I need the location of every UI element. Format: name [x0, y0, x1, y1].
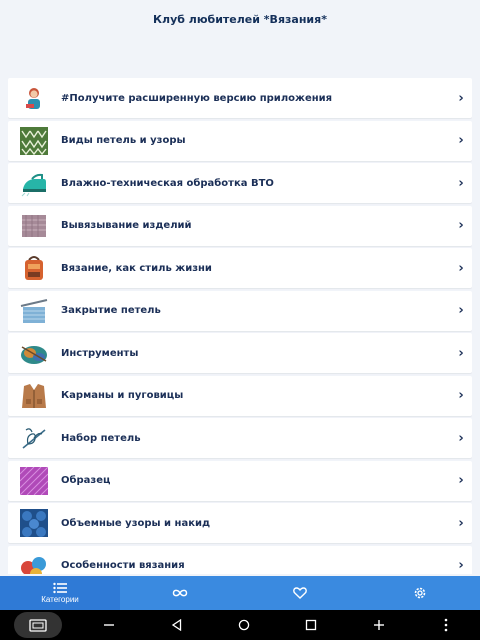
category-item-features[interactable]: Особенности вязания › — [8, 545, 472, 574]
category-list[interactable]: #Получите расширенную версию приложения … — [8, 78, 472, 574]
category-label: Вывязывание изделий — [61, 220, 192, 231]
minus-icon — [104, 624, 115, 626]
category-item-pockets[interactable]: Карманы и пуговицы › — [8, 375, 472, 416]
category-label: Образец — [61, 475, 111, 486]
recents-button[interactable] — [291, 612, 331, 638]
category-label: Объемные узоры и накид — [61, 517, 211, 529]
textured-pattern-icon — [20, 509, 48, 537]
screenshot-button[interactable] — [13, 612, 62, 638]
more-vertical-icon — [444, 618, 448, 632]
chevron-right-icon: › — [458, 515, 464, 531]
chevron-right-icon: › — [458, 90, 464, 106]
chevron-right-icon: › — [458, 260, 464, 276]
category-item-stitch-types[interactable]: Виды петель и узоры › — [8, 120, 472, 161]
cardigan-icon — [20, 382, 48, 410]
category-label: Вязание, как стиль жизни — [61, 262, 212, 274]
home-button[interactable] — [224, 612, 264, 638]
category-item-get-extended[interactable]: #Получите расширенную версию приложения … — [8, 78, 472, 118]
category-label: Карманы и пуговицы — [61, 390, 184, 401]
category-item-lifestyle[interactable]: Вязание, как стиль жизни › — [8, 248, 472, 288]
category-item-bind-off[interactable]: Закрытие петель › — [8, 290, 472, 331]
knit-garment-icon — [20, 212, 48, 240]
app-header: Клуб любителей *Вязания* — [0, 0, 480, 76]
bind-off-icon — [20, 297, 48, 325]
cast-on-icon — [20, 424, 48, 452]
android-nav-bar — [0, 610, 480, 640]
chevron-right-icon: › — [458, 133, 464, 148]
chevron-right-icon: › — [458, 345, 464, 361]
volume-down-button[interactable] — [89, 612, 129, 638]
chevron-right-icon: › — [458, 388, 464, 403]
settings-icon — [414, 587, 426, 599]
category-label: Закрытие петель — [61, 305, 161, 316]
tab-favorites[interactable] — [240, 576, 360, 610]
heart-icon — [293, 587, 307, 599]
chevron-right-icon: › — [458, 175, 464, 191]
category-label: Виды петель и узоры — [61, 135, 186, 146]
tab-label: Категории — [41, 595, 79, 604]
category-label: Инструменты — [61, 347, 139, 359]
chevron-right-icon: › — [458, 473, 464, 488]
category-item-knitting-items[interactable]: Вывязывание изделий › — [8, 205, 472, 246]
more-button[interactable] — [426, 612, 466, 638]
camera-icon — [29, 619, 47, 632]
bottom-tab-bar: Категории — [0, 576, 480, 610]
category-item-cast-on[interactable]: Набор петель › — [8, 418, 472, 458]
volume-up-button[interactable] — [359, 612, 399, 638]
stitch-pattern-icon — [20, 126, 48, 155]
yarn-balls-icon — [20, 552, 48, 574]
category-item-vto[interactable]: Влажно-техническая обработка ВТО › — [8, 163, 472, 203]
chevron-right-icon: › — [458, 303, 464, 318]
chevron-right-icon: › — [458, 218, 464, 233]
category-label: Особенности вязания — [61, 560, 185, 571]
chevron-right-icon: › — [458, 558, 464, 573]
plus-icon — [373, 620, 384, 630]
list-icon — [53, 582, 67, 594]
tab-categories[interactable]: Категории — [0, 576, 120, 610]
knitter-avatar-icon — [20, 84, 48, 112]
steam-iron-icon — [20, 169, 48, 197]
back-triangle-icon — [171, 619, 181, 631]
knitted-bag-icon — [20, 254, 48, 282]
tab-settings[interactable] — [360, 576, 480, 610]
tab-infinity[interactable] — [120, 576, 240, 610]
category-label: Набор петель — [61, 432, 141, 444]
chevron-right-icon: › — [458, 430, 464, 446]
yarn-tools-icon — [20, 339, 48, 367]
infinity-icon — [172, 589, 188, 597]
swatch-icon — [20, 466, 48, 495]
home-circle-icon — [238, 619, 250, 631]
category-item-textured-patterns[interactable]: Объемные узоры и накид › — [8, 503, 472, 543]
category-item-tools[interactable]: Инструменты › — [8, 333, 472, 373]
page-title: Клуб любителей *Вязания* — [153, 13, 327, 26]
category-label: #Получите расширенную версию приложения — [61, 92, 333, 104]
category-item-swatch[interactable]: Образец › — [8, 460, 472, 501]
category-label: Влажно-техническая обработка ВТО — [61, 177, 274, 189]
back-button[interactable] — [157, 612, 197, 638]
recents-square-icon — [306, 619, 317, 631]
